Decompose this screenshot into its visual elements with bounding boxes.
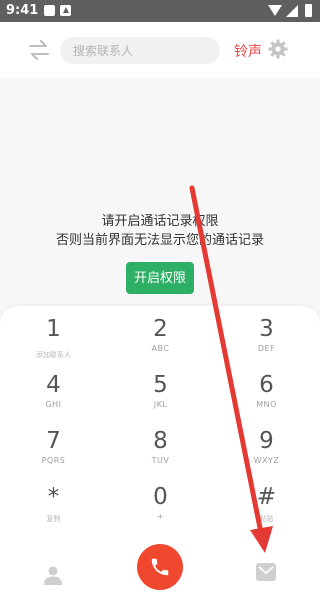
key-digit: # [256, 484, 277, 510]
key-letters: MNO [256, 400, 277, 409]
battery-icon [305, 4, 312, 17]
copy-label: 复制 [46, 515, 61, 523]
dial-key-1[interactable]: 1 添加联系人 [0, 316, 107, 370]
add-contact-label: 添加联系人 [36, 351, 71, 359]
phone-icon [151, 558, 169, 576]
dial-key-3[interactable]: 3 DEF [213, 316, 320, 370]
signal-icon [286, 5, 298, 17]
dial-key-hash[interactable]: # 粘贴 [213, 484, 320, 538]
wifi-icon [268, 5, 282, 16]
key-digit: 5 [153, 372, 168, 398]
key-digit: 3 [259, 316, 274, 342]
key-letters: DEF [257, 344, 276, 353]
key-letters: + [156, 512, 165, 521]
dial-key-0[interactable]: 0 + [107, 484, 214, 538]
key-letters: WXYZ [253, 456, 280, 465]
permission-message: 请开启通话记录权限 [101, 214, 219, 229]
status-time: 9:41 [6, 3, 39, 18]
key-letters: ABC [151, 344, 170, 353]
key-letters: TUV [151, 456, 170, 465]
status-bar: 9:41 [0, 0, 320, 22]
dial-key-7[interactable]: 7 PQRS [0, 428, 107, 482]
dial-key-8[interactable]: 8 TUV [107, 428, 214, 482]
call-button[interactable] [137, 544, 183, 590]
key-digit: * [47, 484, 60, 510]
enable-permission-button[interactable]: 开启权限 [126, 262, 194, 294]
dial-key-9[interactable]: 9 WXYZ [213, 428, 320, 482]
key-digit: 2 [153, 316, 168, 342]
key-digit: 4 [46, 372, 61, 398]
dial-key-2[interactable]: 2 ABC [107, 316, 214, 370]
key-digit: 6 [259, 372, 274, 398]
dial-key-4[interactable]: 4 GHI [0, 372, 107, 426]
key-digit: 8 [153, 428, 168, 454]
key-digit: 0 [153, 484, 168, 510]
key-digit: 9 [259, 428, 274, 454]
dial-key-6[interactable]: 6 MNO [213, 372, 320, 426]
contacts-icon[interactable] [42, 564, 64, 586]
key-letters: PQRS [41, 456, 66, 465]
notification-icon [60, 5, 71, 16]
notification-icon [44, 5, 55, 16]
key-digit: 1 [46, 316, 61, 342]
key-letters: JKL [153, 400, 168, 409]
search-placeholder: 搜索联系人 [73, 44, 134, 58]
search-input[interactable]: 搜索联系人 [60, 37, 220, 64]
header-bar: 搜索联系人 铃声 [0, 22, 320, 78]
dial-key-star[interactable]: * 复制 [0, 484, 107, 538]
swap-icon[interactable] [28, 40, 50, 60]
message-icon[interactable] [256, 563, 276, 581]
dial-pad: 1 添加联系人 2 ABC 3 DEF 4 GHI 5 JKL 6 MNO 7 … [0, 306, 320, 600]
key-letters: GHI [45, 400, 62, 409]
permission-detail: 否则当前界面无法显示您的通话记录 [55, 233, 264, 248]
key-digit: 7 [46, 428, 61, 454]
dial-key-5[interactable]: 5 JKL [107, 372, 214, 426]
gear-icon[interactable] [268, 39, 288, 59]
ringtone-button[interactable]: 铃声 [234, 41, 262, 61]
paste-label: 粘贴 [259, 515, 274, 523]
